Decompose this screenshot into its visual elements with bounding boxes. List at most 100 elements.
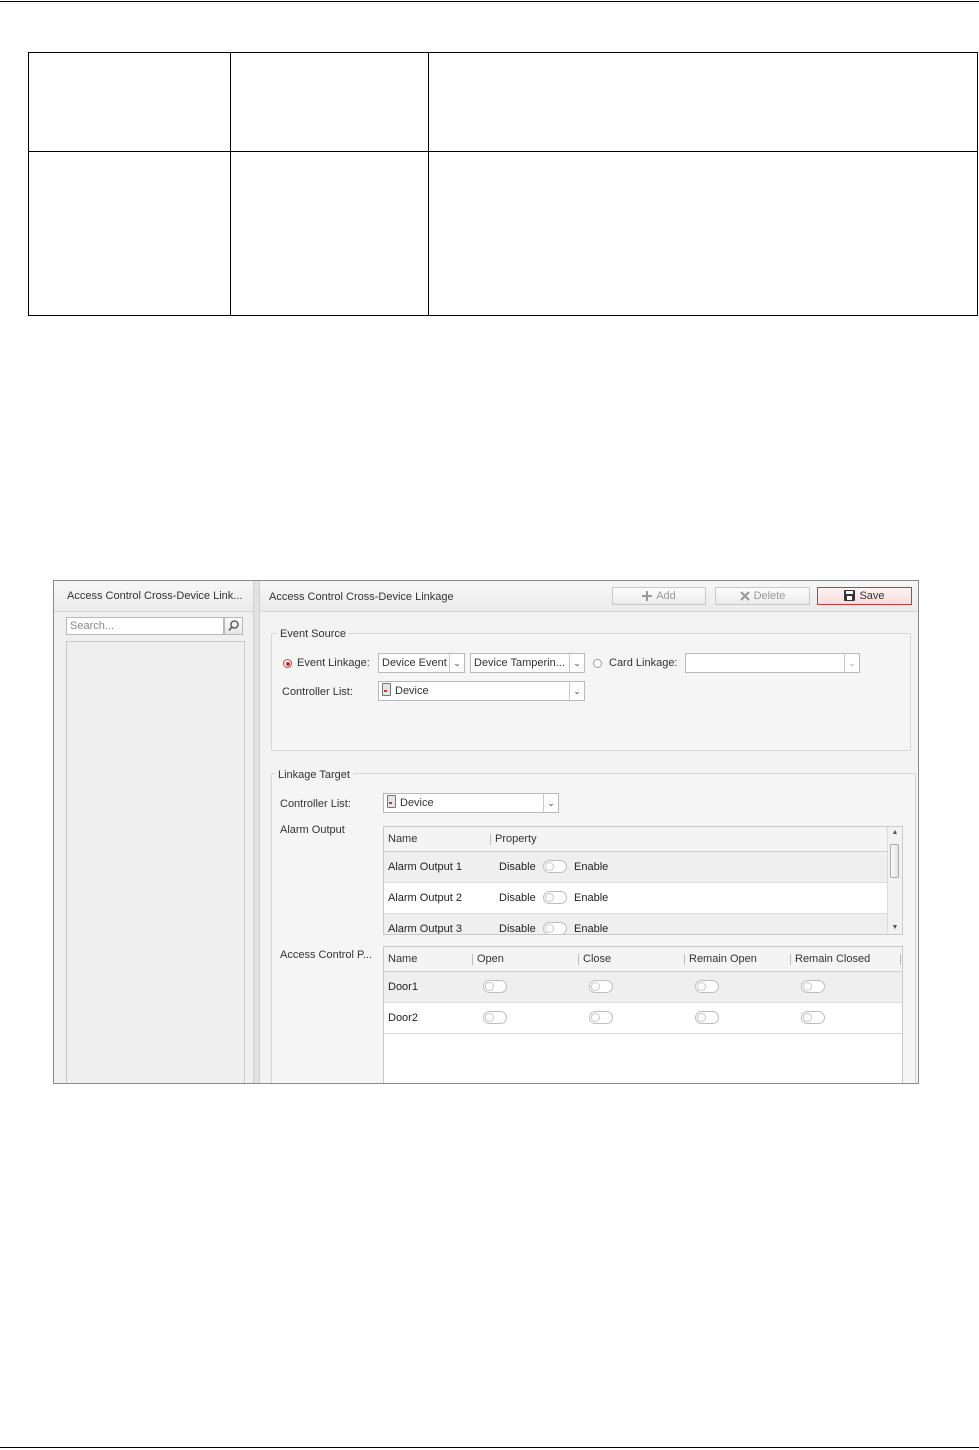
- left-panel: Access Control Cross-Device Link...: [54, 581, 254, 1083]
- plus-icon: [642, 591, 653, 601]
- source-controller-value: Device: [382, 682, 429, 700]
- app-window: Access Control Cross-Device Link... Acce…: [53, 580, 919, 1084]
- search-input[interactable]: [66, 617, 224, 635]
- save-button[interactable]: Save: [817, 587, 912, 605]
- target-controller-value: Device: [387, 794, 434, 812]
- delete-button-label: Delete: [753, 590, 786, 602]
- enable-label: Enable: [574, 923, 609, 935]
- bottom-rule: [0, 1447, 979, 1448]
- disable-label: Disable: [499, 892, 536, 904]
- table-row[interactable]: Alarm Output 3 Disable Enable: [384, 914, 902, 935]
- remain-open-toggle[interactable]: [695, 980, 719, 993]
- alarm-output-name: Alarm Output 1: [388, 861, 462, 873]
- scroll-thumb[interactable]: [890, 844, 899, 878]
- add-button[interactable]: Add: [612, 587, 706, 605]
- table-cell: [28, 151, 231, 316]
- table-header: Name Open Close Remain Open Remain Close…: [384, 947, 902, 972]
- card-linkage-radio[interactable]: [593, 659, 602, 668]
- right-panel: Access Control Cross-Device Linkage Add …: [260, 581, 918, 1083]
- column-divider: [900, 954, 901, 965]
- remain-closed-toggle[interactable]: [801, 980, 825, 993]
- search-icon: [228, 620, 239, 632]
- access-point-label: Access Control P...: [280, 949, 373, 961]
- alarm-output-label: Alarm Output: [280, 824, 345, 836]
- enable-label: Enable: [574, 892, 609, 904]
- door-name: Door1: [388, 981, 418, 993]
- event-source-legend: Event Source: [277, 628, 350, 640]
- alarm-output-name: Alarm Output 3: [388, 923, 462, 935]
- column-header-close: Close: [583, 953, 612, 965]
- chevron-down-icon: ⌄: [449, 654, 464, 672]
- close-toggle[interactable]: [589, 1011, 613, 1024]
- table-row[interactable]: Door1: [384, 972, 902, 1003]
- table-row[interactable]: Alarm Output 2 Disable Enable: [384, 883, 902, 914]
- column-header-remain-closed: Remain Closed: [795, 953, 871, 965]
- source-controller-text: Device: [395, 685, 429, 697]
- column-header-name: Name: [388, 953, 418, 965]
- disable-label: Disable: [499, 861, 536, 873]
- scroll-up-icon[interactable]: ▲: [888, 827, 902, 839]
- column-header-open: Open: [477, 953, 504, 965]
- column-divider: [578, 954, 579, 965]
- alarm-output-toggle[interactable]: [543, 922, 567, 934]
- table-row[interactable]: Alarm Output 1 Disable Enable: [384, 852, 902, 883]
- table-cell: [428, 52, 978, 152]
- table-cell: [428, 151, 978, 316]
- event-source-group: [271, 633, 911, 751]
- alarm-output-toggle[interactable]: [543, 891, 567, 904]
- remain-open-toggle[interactable]: [695, 1011, 719, 1024]
- delete-x-icon: [739, 591, 750, 601]
- close-toggle[interactable]: [589, 980, 613, 993]
- event-value: Device Tamperin...: [474, 657, 565, 669]
- target-controller-text: Device: [400, 797, 434, 809]
- column-header-property: Property: [495, 833, 537, 845]
- open-toggle[interactable]: [483, 1011, 507, 1024]
- event-select[interactable]: Device Tamperin... ⌄: [470, 653, 585, 673]
- table-row[interactable]: Door2: [384, 1003, 902, 1034]
- top-rule: [0, 1, 979, 2]
- device-icon: [387, 795, 396, 808]
- target-controller-list-label: Controller List:: [280, 798, 351, 810]
- source-controller-select[interactable]: Device ⌄: [378, 681, 585, 701]
- device-icon: [382, 683, 391, 696]
- search-box: [66, 617, 244, 635]
- controller-tree[interactable]: [66, 641, 245, 1083]
- chevron-down-icon: ⌄: [844, 654, 859, 672]
- chevron-down-icon: ⌄: [543, 794, 558, 812]
- column-divider: [472, 954, 473, 965]
- card-linkage-label: Card Linkage:: [609, 657, 678, 669]
- delete-button[interactable]: Delete: [715, 587, 810, 605]
- right-panel-title: Access Control Cross-Device Linkage: [269, 591, 454, 603]
- event-linkage-label: Event Linkage:: [297, 657, 370, 669]
- add-button-label: Add: [656, 590, 676, 602]
- table-cell: [28, 52, 231, 152]
- column-divider: [490, 834, 491, 845]
- open-toggle[interactable]: [483, 980, 507, 993]
- left-panel-title: Access Control Cross-Device Link...: [54, 581, 253, 612]
- save-button-label: Save: [859, 590, 885, 602]
- card-linkage-select[interactable]: ⌄: [685, 653, 860, 673]
- table-cell: [230, 52, 429, 152]
- table-cell: [230, 151, 429, 316]
- table-header: Name Property: [384, 827, 902, 852]
- table-row: [28, 52, 978, 152]
- document-table: [28, 52, 978, 316]
- column-divider: [684, 954, 685, 965]
- scroll-down-icon[interactable]: ▼: [888, 922, 902, 934]
- remain-closed-toggle[interactable]: [801, 1011, 825, 1024]
- source-controller-list-label: Controller List:: [282, 686, 353, 698]
- chevron-down-icon: ⌄: [569, 682, 584, 700]
- door-table: Name Open Close Remain Open Remain Close…: [383, 946, 903, 1083]
- alarm-table-scrollbar[interactable]: ▲ ▼: [887, 827, 902, 934]
- column-header-remain-open: Remain Open: [689, 953, 757, 965]
- alarm-output-toggle[interactable]: [543, 860, 567, 873]
- alarm-output-table: Name Property Alarm Output 1 Disable Ena…: [383, 826, 903, 935]
- enable-label: Enable: [574, 861, 609, 873]
- disable-label: Disable: [499, 923, 536, 935]
- target-controller-select[interactable]: Device ⌄: [383, 793, 559, 813]
- alarm-output-name: Alarm Output 2: [388, 892, 462, 904]
- event-linkage-radio[interactable]: [283, 659, 292, 668]
- event-type-select[interactable]: Device Event ⌄: [378, 653, 465, 673]
- column-divider: [790, 954, 791, 965]
- search-button[interactable]: [224, 617, 243, 635]
